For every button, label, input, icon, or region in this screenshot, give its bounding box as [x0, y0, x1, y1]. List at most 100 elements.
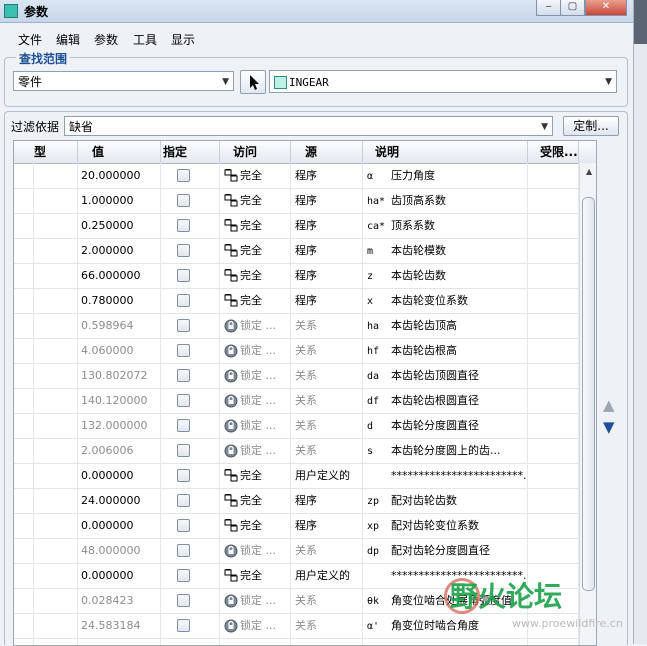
- move-down-arrow-icon[interactable]: ▼: [603, 418, 615, 436]
- designate-checkbox[interactable]: [177, 594, 190, 607]
- access-cell[interactable]: 完全: [220, 263, 291, 288]
- row-selector[interactable]: [14, 388, 34, 413]
- description-cell[interactable]: ************************...: [363, 463, 528, 488]
- row-selector[interactable]: [14, 213, 34, 238]
- designate-checkbox[interactable]: [177, 219, 190, 232]
- menu-parameters[interactable]: 参数: [94, 31, 118, 48]
- menu-file[interactable]: 文件: [18, 31, 42, 48]
- minimize-button[interactable]: ‒: [536, 0, 561, 16]
- value-cell[interactable]: 2.000000: [78, 238, 161, 263]
- designate-checkbox[interactable]: [177, 469, 190, 482]
- description-cell[interactable]: ca* 顶系系数: [363, 213, 528, 238]
- value-cell[interactable]: 2.006006: [78, 438, 161, 463]
- access-cell[interactable]: 锁定 ...: [220, 538, 291, 563]
- row-selector[interactable]: [14, 488, 34, 513]
- row-selector[interactable]: [14, 263, 34, 288]
- scope-type-select[interactable]: 零件 ▼: [13, 71, 234, 91]
- access-cell[interactable]: 完全: [220, 463, 291, 488]
- row-selector[interactable]: [14, 613, 34, 638]
- access-cell[interactable]: 完全: [220, 188, 291, 213]
- customize-button[interactable]: 定制...: [563, 116, 619, 136]
- value-cell[interactable]: 140.120000: [78, 388, 161, 413]
- designate-checkbox[interactable]: [177, 569, 190, 582]
- access-cell[interactable]: 锁定 ...: [220, 313, 291, 338]
- description-cell[interactable]: df 本齿轮齿根圆直径: [363, 388, 528, 413]
- description-cell[interactable]: ha 本齿轮齿顶高: [363, 313, 528, 338]
- value-cell[interactable]: 0.780000: [78, 288, 161, 313]
- designate-checkbox[interactable]: [177, 294, 190, 307]
- row-selector[interactable]: [14, 513, 34, 538]
- value-cell[interactable]: 0.250000: [78, 213, 161, 238]
- row-selector[interactable]: [14, 638, 34, 645]
- table-row[interactable]: 0.000000 完全 用户定义的 ************************.…: [14, 463, 579, 489]
- description-cell[interactable]: x 本齿轮变位系数: [363, 288, 528, 313]
- scrollbar-thumb[interactable]: [582, 197, 595, 591]
- column-header-value[interactable]: 值: [78, 141, 161, 163]
- filter-select[interactable]: 缺省 ▼: [64, 116, 553, 136]
- designate-checkbox[interactable]: [177, 269, 190, 282]
- access-cell[interactable]: [220, 638, 291, 645]
- access-cell[interactable]: 完全: [220, 288, 291, 313]
- value-cell[interactable]: 1.000000: [78, 188, 161, 213]
- table-row[interactable]: 48.000000 锁定 ... 关系 dp 配对齿轮分度圆直径: [14, 538, 579, 564]
- designate-checkbox[interactable]: [177, 369, 190, 382]
- value-cell[interactable]: 130.802072: [78, 363, 161, 388]
- description-cell[interactable]: [363, 638, 528, 645]
- description-cell[interactable]: hf 本齿轮齿根高: [363, 338, 528, 363]
- access-cell[interactable]: 完全: [220, 513, 291, 538]
- row-selector[interactable]: [14, 363, 34, 388]
- designate-checkbox[interactable]: [177, 619, 190, 632]
- access-cell[interactable]: 锁定 ...: [220, 413, 291, 438]
- table-row[interactable]: 0.000000 完全 程序 xp 配对齿轮变位系数: [14, 513, 579, 539]
- description-cell[interactable]: z 本齿轮齿数: [363, 263, 528, 288]
- maximize-button[interactable]: ▢: [560, 0, 585, 16]
- table-row[interactable]: 2.000000 完全 程序 m 本齿轮模数: [14, 238, 579, 264]
- table-row[interactable]: 24.000000 完全 程序 zp 配对齿轮齿数: [14, 488, 579, 514]
- value-cell[interactable]: [78, 638, 161, 645]
- description-cell[interactable]: xp 配对齿轮变位系数: [363, 513, 528, 538]
- access-cell[interactable]: 锁定 ...: [220, 613, 291, 638]
- row-selector[interactable]: [14, 413, 34, 438]
- value-cell[interactable]: 132.000000: [78, 413, 161, 438]
- value-cell[interactable]: 20.000000: [78, 163, 161, 188]
- value-cell[interactable]: 0.000000: [78, 463, 161, 488]
- column-header-type[interactable]: 型: [14, 141, 78, 163]
- close-button[interactable]: ✕: [585, 0, 627, 16]
- access-cell[interactable]: 完全: [220, 213, 291, 238]
- row-selector[interactable]: [14, 463, 34, 488]
- table-row[interactable]: 2.006006 锁定 ... 关系 s 本齿轮分度圆上的齿...: [14, 438, 579, 464]
- row-selector[interactable]: [14, 588, 34, 613]
- designate-checkbox[interactable]: [177, 344, 190, 357]
- table-row[interactable]: 140.120000 锁定 ... 关系 df 本齿轮齿根圆直径: [14, 388, 579, 414]
- row-selector[interactable]: [14, 288, 34, 313]
- table-row[interactable]: 130.802072 锁定 ... 关系 da 本齿轮齿顶圆直径: [14, 363, 579, 389]
- description-cell[interactable]: da 本齿轮齿顶圆直径: [363, 363, 528, 388]
- value-cell[interactable]: 24.000000: [78, 488, 161, 513]
- column-header-restricted[interactable]: 受限...: [528, 141, 579, 163]
- designate-checkbox[interactable]: [177, 494, 190, 507]
- value-cell[interactable]: 0.028423: [78, 588, 161, 613]
- row-selector[interactable]: [14, 438, 34, 463]
- row-selector[interactable]: [14, 563, 34, 588]
- description-cell[interactable]: zp 配对齿轮齿数: [363, 488, 528, 513]
- table-row[interactable]: 0.598964 锁定 ... 关系 ha 本齿轮齿顶高: [14, 313, 579, 339]
- move-up-arrow-icon[interactable]: ▲: [603, 396, 615, 414]
- row-selector[interactable]: [14, 313, 34, 338]
- menu-tools[interactable]: 工具: [133, 31, 157, 48]
- table-row[interactable]: 1.000000 完全 程序 ha* 齿顶高系数: [14, 188, 579, 214]
- table-row[interactable]: 20.000000 完全 程序 α 压力角度: [14, 163, 579, 189]
- designate-checkbox[interactable]: [177, 394, 190, 407]
- scroll-up-icon[interactable]: ▲: [586, 167, 592, 176]
- access-cell[interactable]: 锁定 ...: [220, 438, 291, 463]
- menu-edit[interactable]: 编辑: [56, 31, 80, 48]
- designate-checkbox[interactable]: [177, 319, 190, 332]
- row-selector[interactable]: [14, 188, 34, 213]
- description-cell[interactable]: dp 配对齿轮分度圆直径: [363, 538, 528, 563]
- table-row[interactable]: 24.583184 锁定 ... 关系 α' 角变位时啮合角度: [14, 613, 579, 639]
- description-cell[interactable]: α 压力角度: [363, 163, 528, 188]
- menu-display[interactable]: 显示: [171, 31, 195, 48]
- description-cell[interactable]: ha* 齿顶高系数: [363, 188, 528, 213]
- row-selector[interactable]: [14, 163, 34, 188]
- column-header-access[interactable]: 访问: [220, 141, 291, 163]
- value-cell[interactable]: 4.060000: [78, 338, 161, 363]
